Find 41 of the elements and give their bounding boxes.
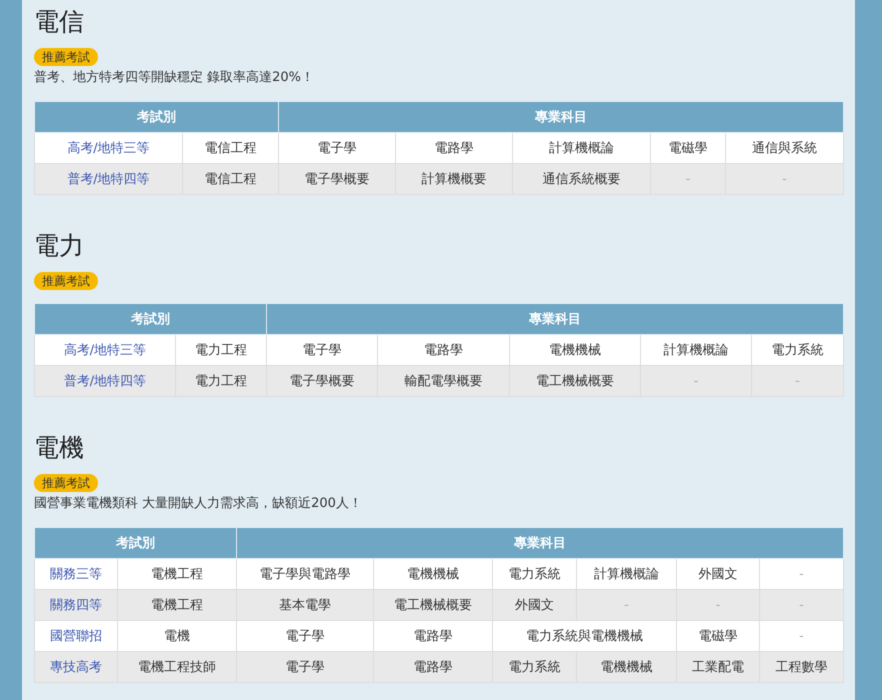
table-cell: 電力工程 xyxy=(176,366,266,396)
column-header: 考試別 xyxy=(34,304,266,334)
exam-link[interactable]: 普考/地特四等 xyxy=(64,374,146,389)
table-cell: - xyxy=(650,164,726,194)
table-cell: - xyxy=(752,366,844,396)
exam-link[interactable]: 關務三等 xyxy=(50,567,102,582)
column-header: 考試別 xyxy=(34,528,236,558)
table-cell: 電力系統 xyxy=(492,652,576,682)
table-cell: 電信工程 xyxy=(182,164,278,194)
table-cell: 工業配電 xyxy=(676,652,760,682)
column-header: 專業科目 xyxy=(266,304,844,334)
column-header: 考試別 xyxy=(34,102,278,132)
column-header: 專業科目 xyxy=(236,528,844,558)
table-cell: 電路學 xyxy=(374,652,492,682)
recommended-tag: 推薦考試 xyxy=(34,474,98,492)
section-title: 電機 xyxy=(34,432,85,464)
exam-link[interactable]: 國營聯招 xyxy=(50,629,102,644)
exam-link[interactable]: 關務四等 xyxy=(50,598,102,613)
table-cell: 計算機概要 xyxy=(396,164,512,194)
exam-link[interactable]: 普考/地特四等 xyxy=(67,172,150,187)
table-cell: 工程數學 xyxy=(760,652,844,682)
recommended-tag: 推薦考試 xyxy=(34,272,98,290)
table-cell: 電機機械 xyxy=(576,652,676,682)
recommended-tag: 推薦考試 xyxy=(34,48,98,66)
section-description: 國營事業電機類科 大量開缺人力需求高，缺額近200人！ xyxy=(34,495,363,513)
section-title: 電信 xyxy=(34,6,85,38)
exam-link[interactable]: 高考/地特三等 xyxy=(67,141,150,156)
table-cell: - xyxy=(726,164,844,194)
table-cell: 電工機械概要 xyxy=(510,366,640,396)
table-cell: 電子學概要 xyxy=(278,164,396,194)
section-description: 普考、地方特考四等開缺穩定 錄取率高達20%！ xyxy=(34,69,316,87)
table-cell: 電機工程技師 xyxy=(118,652,236,682)
table-cell: 電子學 xyxy=(236,652,374,682)
table-cell: 通信系統概要 xyxy=(512,164,650,194)
table-cell: 輸配電學概要 xyxy=(378,366,510,396)
table-cell: 電子學概要 xyxy=(266,366,378,396)
exam-link[interactable]: 高考/地特三等 xyxy=(64,343,146,358)
column-header: 專業科目 xyxy=(278,102,844,132)
table-cell: - xyxy=(640,366,752,396)
exam-link[interactable]: 專技高考 xyxy=(50,660,102,675)
section-title: 電力 xyxy=(34,230,85,262)
